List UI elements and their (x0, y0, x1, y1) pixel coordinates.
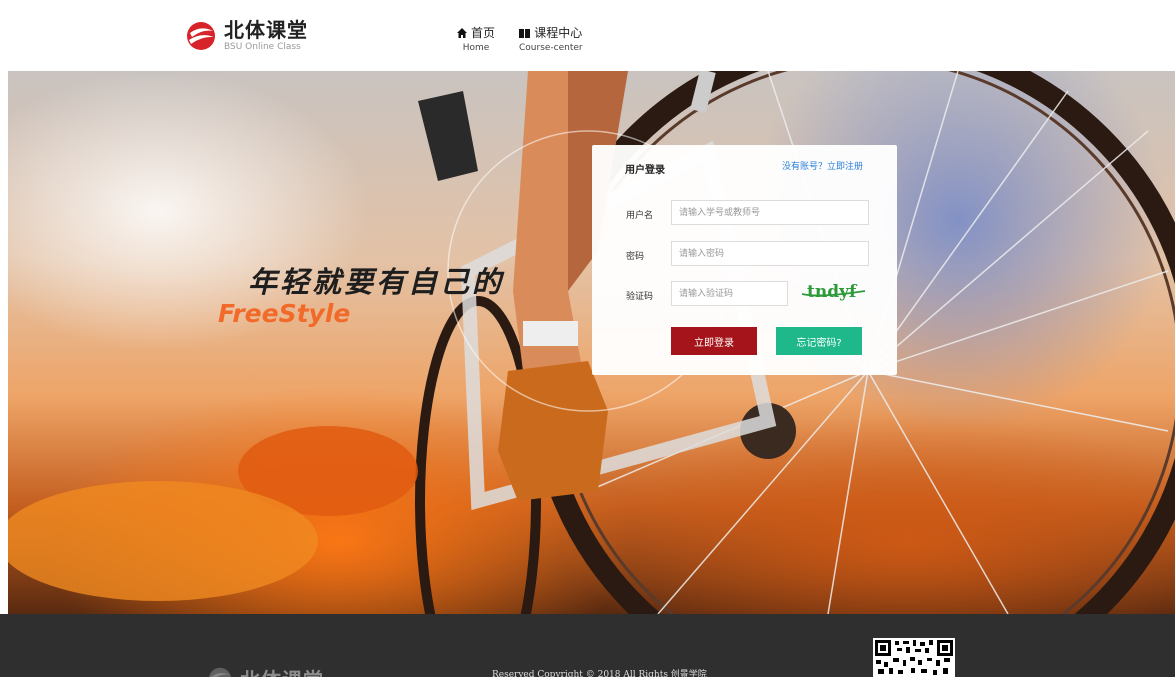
nav-home-sub: Home (462, 43, 490, 53)
password-input[interactable] (671, 241, 869, 266)
nav-item-course-center[interactable]: 课程中心 Course-center (519, 24, 583, 53)
hero-slogan: 年轻就要有自己的 (248, 265, 505, 299)
nav-course-label: 课程中心 (534, 26, 583, 40)
captcha-label: 验证码 (626, 292, 654, 302)
captcha-image[interactable]: tndyf (799, 280, 869, 302)
footer-brand-name: 北体课堂 (240, 664, 324, 677)
footer-logo: 北体课堂 (208, 664, 324, 677)
book-icon (519, 27, 531, 38)
brand-subtitle: BSU Online Class (224, 42, 301, 52)
site-header: 北体课堂 BSU Online Class 首页 Home 课程中心 Cours… (0, 0, 1175, 71)
home-icon (457, 27, 467, 38)
qr-code-image (873, 638, 955, 677)
site-footer: 北体课堂 Reserved Copyright © 2018 All Right… (0, 614, 1175, 677)
login-panel: 用户登录 没有账号？立即注册 用户名 密码 验证码 tndyf 立即登录 忘记密… (592, 145, 897, 375)
password-label: 密码 (626, 252, 645, 262)
username-input[interactable] (671, 200, 869, 225)
nav-home-label: 首页 (471, 26, 496, 40)
username-label: 用户名 (626, 211, 654, 221)
captcha-text: tndyf (807, 282, 858, 302)
hero-freestyle-text: FreeStyle (218, 299, 351, 328)
register-link[interactable]: 没有账号？立即注册 (782, 159, 863, 172)
nav-item-home[interactable]: 首页 Home (457, 24, 495, 53)
brand-name: 北体课堂 (224, 18, 308, 42)
nav-course-sub: Course-center (519, 43, 583, 53)
copyright-text: Reserved Copyright © 2018 All Rights 创景学… (492, 670, 707, 677)
forgot-password-button[interactable]: 忘记密码? (776, 327, 862, 355)
footer-brand-logo-icon (208, 667, 232, 677)
login-button[interactable]: 立即登录 (671, 327, 757, 355)
brand-logo-icon (187, 22, 215, 50)
site-logo[interactable]: 北体课堂 BSU Online Class (186, 19, 308, 53)
captcha-input[interactable] (671, 281, 788, 306)
login-title: 用户登录 (625, 165, 665, 176)
